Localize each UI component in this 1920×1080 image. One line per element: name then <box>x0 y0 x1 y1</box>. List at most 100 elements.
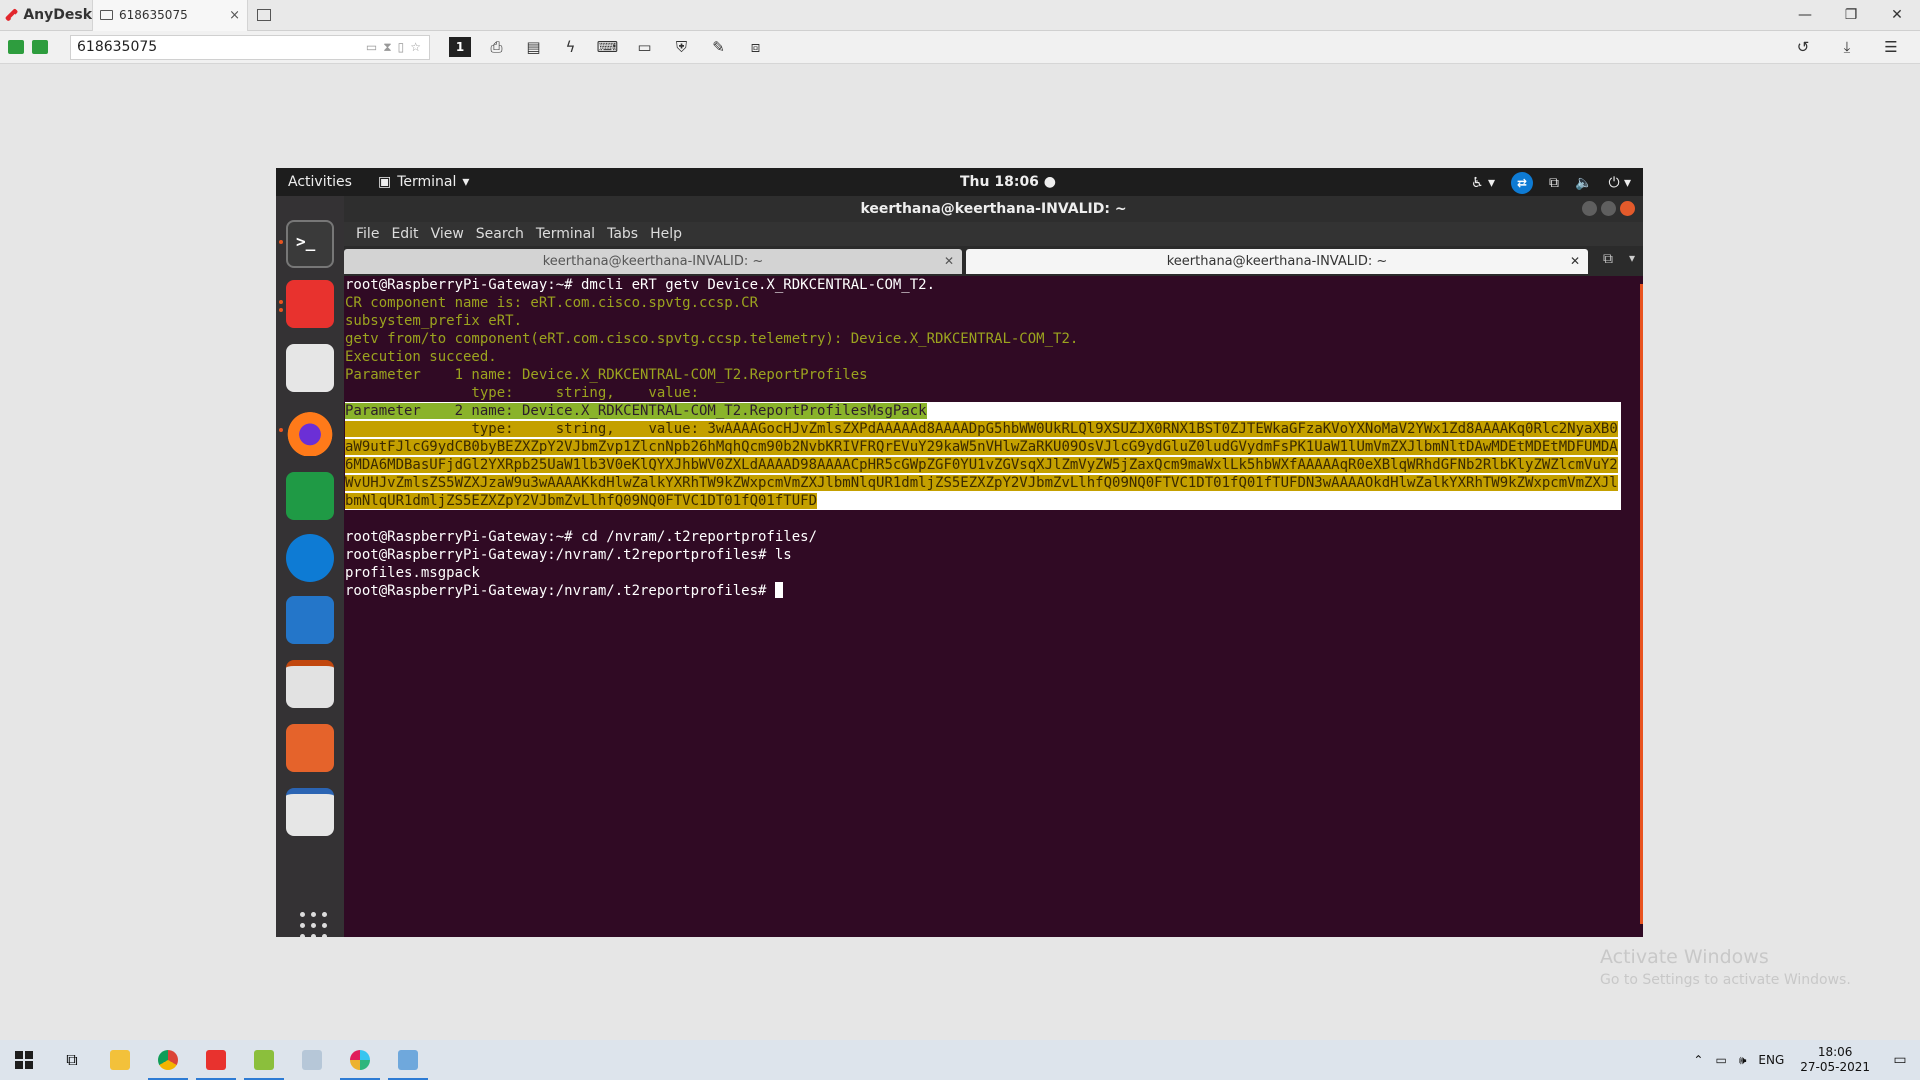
language-indicator[interactable]: ENG <box>1752 1053 1790 1067</box>
address-field[interactable]: 618635075 ▭ ⧗ ▯ ☆ <box>70 34 430 60</box>
menu-help[interactable]: Help <box>644 226 688 242</box>
menu-view[interactable]: View <box>425 226 470 242</box>
terminal-tab-active[interactable]: keerthana@keerthana-INVALID: ~ ✕ <box>966 249 1588 274</box>
notepad-icon <box>254 1050 274 1070</box>
activities-button[interactable]: Activities <box>288 174 352 190</box>
terminal-line: CR component name is: eRT.com.cisco.spvt… <box>345 295 759 311</box>
dock-impress-icon[interactable] <box>286 660 334 708</box>
record-icon[interactable]: ⧈ <box>737 32 774 62</box>
dock-system-monitor-icon[interactable] <box>286 596 334 644</box>
star-icon[interactable]: ☆ <box>410 40 421 55</box>
anydesk-icon <box>206 1050 226 1070</box>
hourglass-icon[interactable]: ⧗ <box>383 40 391 55</box>
actions-icon[interactable]: ϟ <box>552 32 589 62</box>
task-view-icon: ⧉ <box>66 1050 78 1069</box>
dock-software-icon[interactable] <box>286 724 334 772</box>
network-icon[interactable]: ⧉ <box>1549 175 1559 191</box>
restore-button[interactable]: ❐ <box>1828 0 1874 31</box>
menu-edit[interactable]: Edit <box>385 226 424 242</box>
new-tab-button[interactable] <box>248 0 280 31</box>
close-tab-icon[interactable]: ✕ <box>1570 249 1580 274</box>
anydesk-logo: AnyDesk <box>0 0 92 31</box>
slack-icon <box>350 1050 370 1070</box>
terminal-tab[interactable]: keerthana@keerthana-INVALID: ~ ✕ <box>344 249 962 274</box>
file-transfer-icon[interactable]: ⎙ <box>478 32 515 62</box>
display-icon[interactable]: ▭ <box>626 32 663 62</box>
permissions-icon[interactable]: ⛨ <box>663 32 700 62</box>
maximize-button[interactable] <box>1601 201 1616 216</box>
tabs-dropdown-icon[interactable]: ▾ <box>1629 251 1635 265</box>
dock-misc-icon[interactable] <box>286 856 334 876</box>
taskbar-anydesk[interactable] <box>192 1040 240 1080</box>
keyboard-icon[interactable]: ⌨ <box>589 32 626 62</box>
gnome-top-bar: Activities ▣ Terminal ▾ Thu 18:06 ● ♿ ▾ … <box>276 168 1643 196</box>
terminal-tab-label: keerthana@keerthana-INVALID: ~ <box>1166 254 1388 269</box>
close-tab-icon[interactable]: ✕ <box>944 249 954 274</box>
dock-teamviewer-icon[interactable] <box>286 534 334 582</box>
power-icon[interactable]: ⏻ ▾ <box>1608 175 1631 191</box>
file-explorer-icon <box>110 1050 130 1070</box>
dock-calc-icon[interactable] <box>286 472 334 520</box>
volume-icon[interactable]: 🔈 <box>1575 175 1592 191</box>
app-icon <box>302 1050 322 1070</box>
history-icon[interactable]: ↺ <box>1784 32 1822 62</box>
taskbar-file-explorer[interactable] <box>96 1040 144 1080</box>
start-button[interactable] <box>0 1040 48 1080</box>
minimize-button[interactable]: — <box>1782 0 1828 31</box>
terminal-output[interactable]: root@RaspberryPi-Gateway:~# dmcli eRT ge… <box>344 276 1643 937</box>
dock-anydesk-icon[interactable] <box>286 280 334 328</box>
terminal-window-title[interactable]: keerthana@keerthana-INVALID: ~ <box>344 196 1643 222</box>
session-tab[interactable]: 618635075 × <box>92 0 248 31</box>
remote-desktop[interactable]: Activities ▣ Terminal ▾ Thu 18:06 ● ♿ ▾ … <box>276 168 1643 937</box>
download-icon[interactable]: ⤓ <box>1828 32 1866 62</box>
terminal-line: root@RaspberryPi-Gateway:~# cd /nvram/.t… <box>345 529 818 545</box>
close-button[interactable]: ✕ <box>1874 0 1920 31</box>
session-tools: 1 ⎙ ▤ ϟ ⌨ ▭ ⛨ ✎ ⧈ <box>442 32 774 62</box>
connection-status-icon <box>8 40 24 54</box>
terminal-scrollbar[interactable] <box>1640 284 1643 924</box>
show-applications-icon[interactable] <box>300 912 327 937</box>
dock-firefox-icon[interactable] <box>286 408 334 456</box>
notification-icon[interactable]: ▭ <box>1880 1040 1920 1080</box>
menu-search[interactable]: Search <box>470 226 530 242</box>
accessibility-icon[interactable]: ♿ ▾ <box>1471 175 1495 191</box>
app-menu[interactable]: ▣ Terminal ▾ <box>378 174 469 190</box>
taskbar-slack[interactable] <box>336 1040 384 1080</box>
selected-msgpack-block: type: string, value: 3wAAAAGocHJvZmlsZXP… <box>345 420 1621 510</box>
new-tab-icon[interactable]: ⧉ <box>1603 251 1613 267</box>
session-tab-close-button[interactable]: × <box>229 8 240 23</box>
taskbar-date: 27-05-2021 <box>1800 1060 1870 1074</box>
chevron-down-icon: ▾ <box>462 174 470 190</box>
gnome-clock[interactable]: Thu 18:06 ● <box>960 174 1056 190</box>
teamviewer-tray-icon[interactable]: ⇄ <box>1511 172 1533 194</box>
taskbar-app[interactable] <box>288 1040 336 1080</box>
taskbar-clock[interactable]: 18:06 27-05-2021 <box>1790 1045 1880 1075</box>
chevron-up-icon[interactable]: ⌃ <box>1687 1053 1709 1067</box>
menu-file[interactable]: File <box>350 226 385 242</box>
taskbar-app-2[interactable] <box>384 1040 432 1080</box>
watermark-title: Activate Windows <box>1600 946 1769 968</box>
chat-icon[interactable]: ▤ <box>515 32 552 62</box>
window-title-text: keerthana@keerthana-INVALID: ~ <box>860 201 1127 217</box>
chat-icon[interactable]: ▭ <box>366 40 377 55</box>
close-button[interactable] <box>1620 201 1635 216</box>
taskbar-notepad[interactable] <box>240 1040 288 1080</box>
menu-terminal[interactable]: Terminal <box>530 226 601 242</box>
dock-writer-icon[interactable] <box>286 788 334 836</box>
battery-icon[interactable]: ▭ <box>1709 1053 1732 1067</box>
volume-icon[interactable]: 🕪 <box>1733 1053 1753 1068</box>
system-tray: ⌃ ▭ 🕪 ENG 18:06 27-05-2021 ▭ <box>1687 1040 1920 1080</box>
address-icons: ▭ ⧗ ▯ ☆ <box>366 40 429 55</box>
display-1-button[interactable]: 1 <box>449 37 471 57</box>
task-view-button[interactable]: ⧉ <box>48 1040 96 1080</box>
whiteboard-icon[interactable]: ✎ <box>700 32 737 62</box>
menu-icon[interactable]: ☰ <box>1872 32 1910 62</box>
dock-text-editor-icon[interactable] <box>286 344 334 392</box>
taskbar-time: 18:06 <box>1817 1045 1853 1059</box>
menu-tabs[interactable]: Tabs <box>601 226 644 242</box>
dock-terminal-icon[interactable] <box>286 220 334 268</box>
anydesk-right-tools: ↺ ⤓ ☰ <box>1784 32 1920 62</box>
clipboard-icon[interactable]: ▯ <box>398 40 405 55</box>
taskbar-chrome[interactable] <box>144 1040 192 1080</box>
minimize-button[interactable] <box>1582 201 1597 216</box>
